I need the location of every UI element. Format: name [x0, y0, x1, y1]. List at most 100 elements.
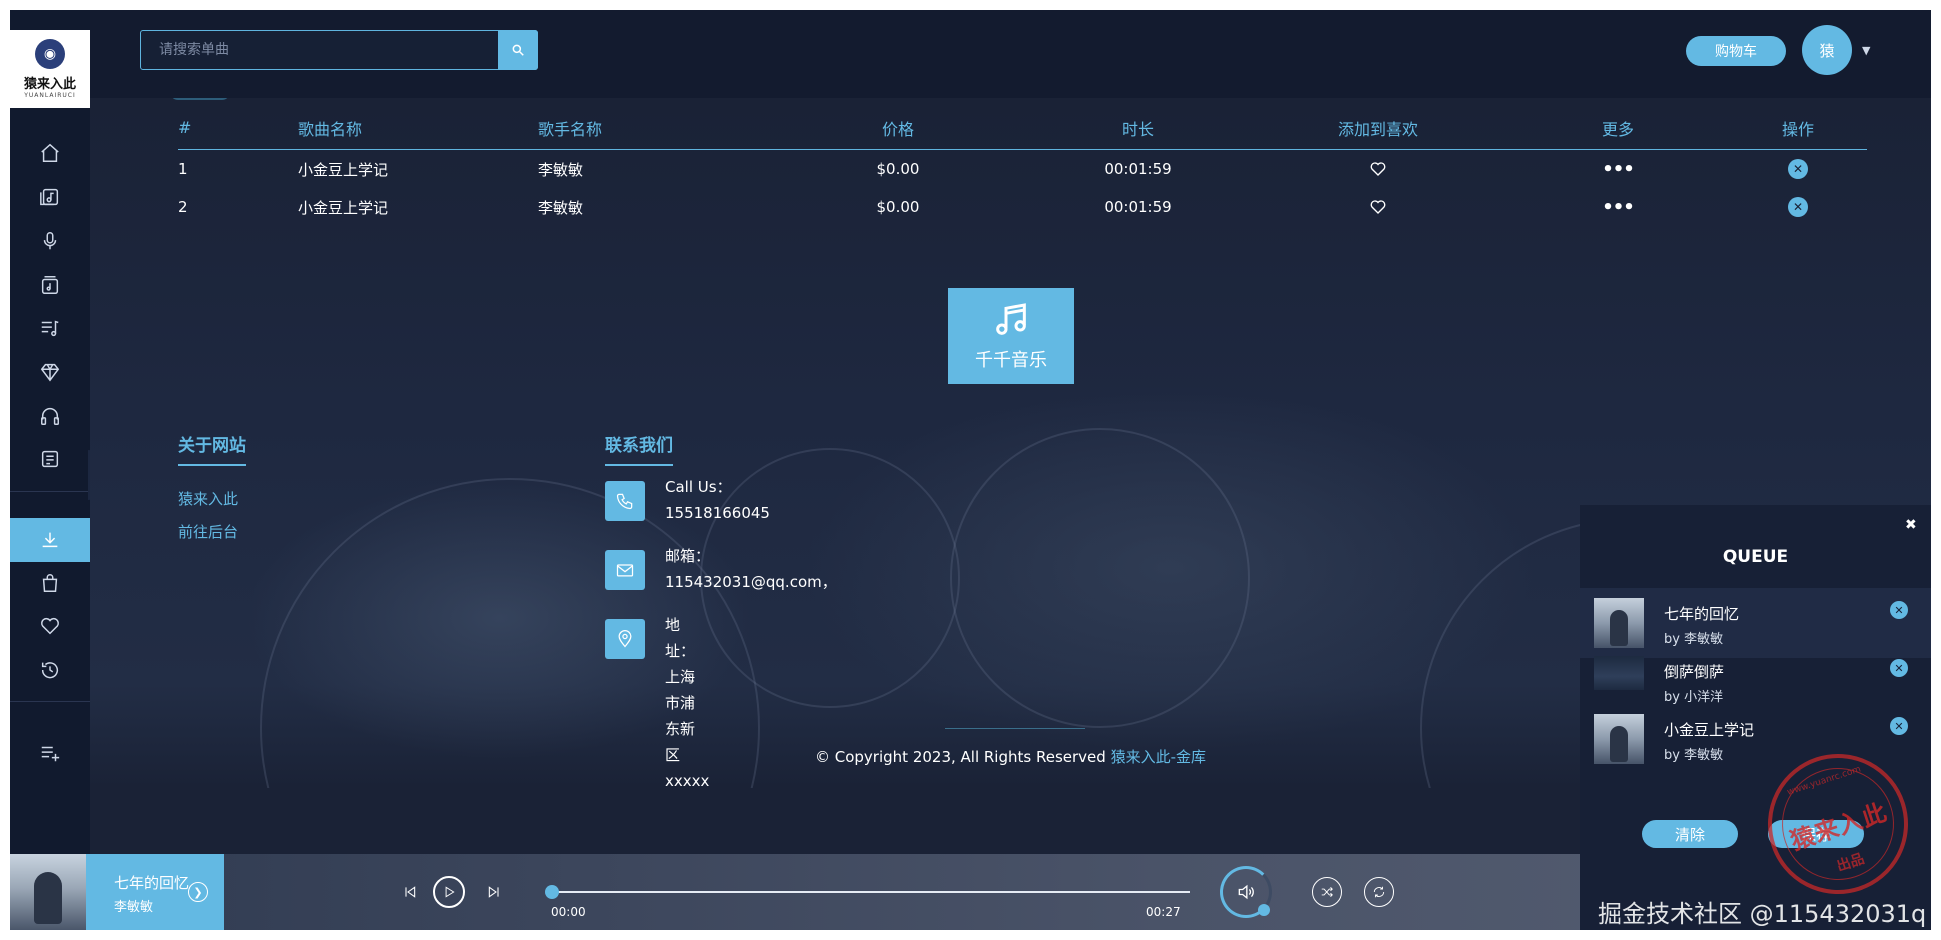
sidebar-item-vip[interactable]: [10, 352, 90, 392]
table-header: # 歌曲名称 歌手名称 价格 时长 添加到喜欢 更多 操作: [178, 98, 1867, 150]
search-input[interactable]: [141, 31, 497, 69]
col-number: #: [178, 118, 192, 137]
row-song-name[interactable]: 小金豆上学记: [298, 188, 518, 226]
queue-title: QUEUE: [1722, 547, 1789, 567]
col-duration: 时长: [1121, 119, 1154, 139]
footer-link-home[interactable]: 猿来入此: [178, 488, 246, 509]
sidebar-item-add-playlist[interactable]: [10, 733, 90, 773]
progress-handle[interactable]: [545, 885, 559, 899]
shuffle-button[interactable]: [1312, 877, 1342, 907]
favorite-button[interactable]: [1308, 188, 1448, 226]
sidebar-item-docs[interactable]: [10, 439, 90, 479]
footer-about: 关于网站 猿来入此 前往后台: [178, 431, 246, 542]
sidebar-item-history[interactable]: [10, 650, 90, 690]
row-duration: 00:01:59: [1104, 198, 1172, 216]
mail-icon: [616, 564, 634, 577]
more-icon: •••: [1602, 158, 1635, 180]
history-icon: [41, 662, 58, 679]
remove-button[interactable]: ✕: [1728, 188, 1868, 226]
footer-link-admin[interactable]: 前往后台: [178, 521, 246, 542]
row-singer[interactable]: 李敏敏: [538, 188, 758, 226]
volume-icon: [1238, 884, 1254, 900]
close-icon: ✕: [1894, 661, 1904, 675]
brand-tile[interactable]: 千千音乐: [948, 288, 1074, 384]
logo[interactable]: ◉ 猿来入此 YUANLAIRUCI: [10, 30, 90, 108]
table-row[interactable]: 2 小金豆上学记 李敏敏 $0.00 00:01:59 ••• ✕: [178, 188, 1867, 226]
contact-phone: Call Us： 15518166045: [605, 478, 770, 526]
player-cover[interactable]: [10, 854, 86, 930]
sidebar-item-albums[interactable]: [10, 265, 90, 305]
search-button[interactable]: [498, 30, 538, 70]
contact-label: 邮箱：: [665, 547, 711, 565]
shuffle-icon: [1321, 887, 1333, 897]
playlist-icon: [41, 320, 59, 337]
brand-tile-label: 千千音乐: [975, 350, 1047, 371]
music-library-icon: [40, 188, 59, 206]
table-row[interactable]: 1 小金豆上学记 李敏敏 $0.00 00:01:59 ••• ✕: [178, 150, 1867, 188]
album-icon: [41, 276, 59, 294]
queue-close-icon[interactable]: ✖: [1905, 517, 1917, 533]
sidebar-item-singers[interactable]: [10, 221, 90, 261]
next-button[interactable]: [484, 882, 504, 902]
logo-text: 猿来入此: [23, 77, 76, 92]
previous-button[interactable]: [400, 882, 420, 902]
favorite-button[interactable]: [1308, 150, 1448, 188]
headphones-icon: [41, 408, 59, 425]
remove-button[interactable]: ✕: [1728, 150, 1868, 188]
microphone-icon: [43, 232, 57, 250]
queue-item-name: 七年的回忆: [1664, 605, 1740, 623]
queue-remove-button[interactable]: ✕: [1890, 717, 1908, 735]
row-singer[interactable]: 李敏敏: [538, 150, 758, 188]
queue-item-artist: by 李敏敏: [1664, 632, 1724, 647]
caret-down-icon[interactable]: ▼: [1862, 44, 1870, 57]
queue-remove-button[interactable]: ✕: [1890, 659, 1908, 677]
queue-item-artist: by 李敏敏: [1664, 748, 1724, 763]
close-icon: ✕: [1894, 603, 1904, 617]
repeat-button[interactable]: [1364, 877, 1394, 907]
sidebar-item-downloads[interactable]: [10, 518, 90, 562]
queue-clear-button[interactable]: 清除: [1642, 820, 1738, 848]
queue-thumbnail: [1594, 598, 1644, 648]
home-icon: [41, 143, 59, 162]
play-button[interactable]: [433, 876, 465, 908]
sidebar-item-purchases[interactable]: [10, 563, 90, 603]
sidebar-divider: [10, 491, 90, 492]
contact-label: 地址：: [665, 616, 696, 660]
sidebar-item-playlists[interactable]: [10, 308, 90, 348]
sidebar-item-library[interactable]: [10, 177, 90, 217]
search-box: [140, 30, 538, 70]
heart-icon: [1370, 162, 1386, 176]
contact-label: Call Us：: [665, 478, 732, 496]
sidebar-item-home[interactable]: [10, 133, 90, 173]
more-button[interactable]: •••: [1548, 150, 1688, 188]
cart-button[interactable]: 购物车: [1686, 36, 1786, 66]
progress-track[interactable]: [548, 891, 1190, 893]
row-song-name[interactable]: 小金豆上学记: [298, 150, 518, 188]
current-time: 00:00: [551, 905, 586, 919]
queue-remove-button[interactable]: ✕: [1890, 601, 1908, 619]
queue-item-name: 倒萨倒萨: [1664, 663, 1725, 681]
now-playing-title[interactable]: 七年的回忆: [114, 872, 189, 893]
copyright-text: © Copyright 2023, All Rights Reserved: [814, 748, 1106, 766]
avatar[interactable]: 猿: [1802, 25, 1852, 75]
contact-icon-box: [605, 481, 645, 521]
shopping-bag-icon: [42, 574, 58, 592]
row-duration: 00:01:59: [1104, 160, 1172, 178]
expand-player-button[interactable]: ❯: [188, 882, 208, 902]
thumbnail-figure: [1610, 610, 1628, 646]
location-icon: [618, 630, 632, 648]
sidebar-item-favorites[interactable]: [10, 606, 90, 646]
background-headphone: [950, 428, 1250, 728]
heart-icon: [41, 617, 59, 635]
col-actions: 操作: [1781, 119, 1814, 139]
copyright-link[interactable]: 猿来入此-金库: [1111, 748, 1206, 766]
queue-item-artist: by 小洋洋: [1664, 690, 1724, 705]
download-icon: [42, 532, 58, 548]
more-button[interactable]: •••: [1548, 188, 1688, 226]
col-song-name: 歌曲名称: [298, 119, 363, 139]
sidebar-item-listen[interactable]: [10, 396, 90, 436]
contact-value: 上海市浦东新区xxxxx: [665, 668, 710, 788]
diamond-icon: [40, 363, 60, 382]
queue-thumbnail: [1594, 714, 1644, 764]
volume-handle[interactable]: [1258, 904, 1270, 916]
